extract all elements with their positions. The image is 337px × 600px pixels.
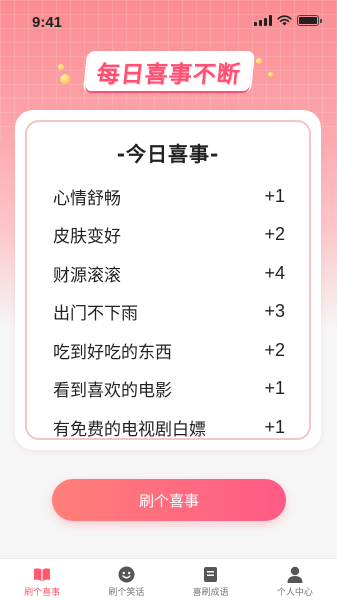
- item-score: +1: [264, 416, 285, 437]
- battery-icon: [297, 15, 322, 26]
- tab-label: 刷个喜事: [24, 588, 61, 598]
- tab-label: 喜刷成语: [192, 588, 229, 598]
- sparkle-dot-icon: [60, 74, 70, 84]
- tab-idioms[interactable]: 喜刷成语: [169, 559, 253, 600]
- refresh-good-news-button[interactable]: 刷个喜事: [52, 479, 286, 521]
- item-score: +4: [264, 262, 285, 283]
- list-item: 心情舒畅 +1: [53, 177, 285, 216]
- sparkle-dot-icon: [256, 58, 262, 64]
- smile-icon: [116, 565, 136, 583]
- status-bar: 9:41: [0, 0, 337, 44]
- tab-jokes[interactable]: 刷个笑话: [84, 559, 168, 600]
- book-icon: [32, 565, 52, 583]
- status-time: 9:41: [32, 14, 63, 31]
- wifi-icon: [277, 15, 292, 26]
- list-item: 皮肤变好 +2: [53, 216, 285, 255]
- tab-label: 个人中心: [276, 588, 313, 598]
- item-text: 出门不下雨: [53, 304, 138, 325]
- banner: 每日喜事不断: [0, 52, 337, 92]
- todays-good-news-card: -今日喜事- 心情舒畅 +1 皮肤变好 +2 财源滚滚 +4 出门不下雨 +3 …: [15, 110, 321, 450]
- tab-profile[interactable]: 个人中心: [253, 559, 337, 600]
- list-item: 有免费的电视剧白嫖 +1: [53, 408, 285, 440]
- item-text: 皮肤变好: [53, 227, 121, 248]
- list-item: 吃到好吃的东西 +2: [53, 331, 285, 370]
- sparkle-dot-icon: [58, 64, 64, 70]
- item-text: 财源滚滚: [53, 265, 121, 286]
- item-score: +1: [264, 378, 285, 399]
- sparkle-dot-icon: [268, 72, 273, 77]
- notebook-icon: [201, 565, 221, 583]
- user-icon: [285, 565, 305, 583]
- item-score: +2: [264, 339, 285, 360]
- item-score: +2: [264, 224, 285, 245]
- item-score: +3: [264, 301, 285, 322]
- item-text: 有免费的电视剧白嫖: [53, 419, 206, 440]
- card-title: -今日喜事-: [116, 142, 220, 166]
- banner-title: 每日喜事不断: [84, 53, 253, 91]
- signal-icon: [254, 15, 272, 26]
- item-text: 心情舒畅: [53, 188, 121, 209]
- tab-label: 刷个笑话: [108, 588, 145, 598]
- list-item: 看到喜欢的电影 +1: [53, 370, 285, 409]
- item-text: 看到喜欢的电影: [53, 381, 172, 402]
- item-score: +1: [264, 185, 285, 206]
- bottom-tab-bar: 刷个喜事 刷个笑话 喜刷成语 个人中心: [0, 558, 337, 600]
- good-news-list: 心情舒畅 +1 皮肤变好 +2 财源滚滚 +4 出门不下雨 +3 吃到好吃的东西…: [27, 177, 309, 440]
- card-inner-frame: -今日喜事- 心情舒畅 +1 皮肤变好 +2 财源滚滚 +4 出门不下雨 +3 …: [25, 120, 311, 440]
- list-item: 出门不下雨 +3: [53, 293, 285, 332]
- list-item: 财源滚滚 +4: [53, 254, 285, 293]
- item-text: 吃到好吃的东西: [53, 342, 172, 363]
- tab-good-news[interactable]: 刷个喜事: [0, 559, 84, 600]
- status-icons: [254, 15, 322, 26]
